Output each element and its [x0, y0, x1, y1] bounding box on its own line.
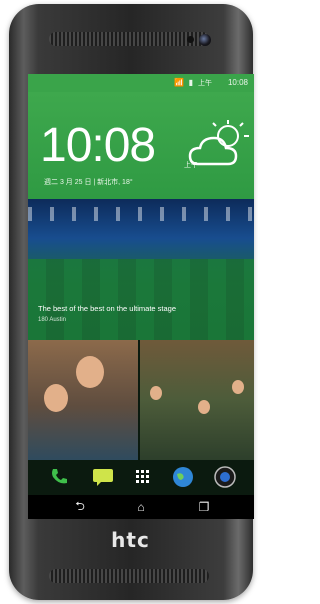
stadium-field — [28, 259, 254, 340]
stadium-lights — [28, 207, 254, 221]
status-bar: 📶 ▮ 上午 10:08 — [28, 74, 254, 92]
phone-body: 📶 ▮ 上午 10:08 10:08 上午 週二 3 月 25 日 | 新北市,… — [9, 4, 254, 600]
photo-tile-couple[interactable] — [28, 340, 138, 460]
proximity-sensor — [187, 36, 194, 43]
photo-face — [232, 380, 244, 394]
apps-icon[interactable] — [130, 464, 156, 490]
feed-title: The best of the best on the ultimate sta… — [38, 304, 177, 313]
browser-icon[interactable] — [170, 464, 196, 490]
front-camera — [199, 34, 211, 46]
top-speaker-grille — [49, 32, 209, 46]
photo-face — [150, 386, 162, 400]
back-icon[interactable]: ⮌ — [70, 499, 90, 515]
status-icons: 📶 ▮ — [174, 78, 194, 87]
photo-tiles — [28, 340, 254, 460]
partly-cloudy-icon — [188, 120, 249, 166]
photo-tile-camping[interactable] — [140, 340, 254, 460]
bottom-speaker-grille — [49, 569, 209, 583]
navigation-bar: ⮌ ⌂ ❐ — [28, 495, 254, 519]
photo-face — [44, 384, 68, 412]
photo-face — [198, 400, 210, 414]
weather-date-location: 週二 3 月 25 日 | 新北市, 18° — [44, 179, 133, 186]
screen: 📶 ▮ 上午 10:08 10:08 上午 週二 3 月 25 日 | 新北市,… — [28, 74, 254, 519]
app-dock — [28, 460, 254, 495]
phone-icon[interactable] — [46, 464, 72, 490]
feed-source: 180 Austin — [38, 317, 67, 323]
news-feed-card[interactable]: The best of the best on the ultimate sta… — [28, 199, 254, 340]
recent-apps-icon[interactable]: ❐ — [194, 499, 214, 515]
photo-face — [76, 356, 104, 388]
home-icon[interactable]: ⌂ — [131, 499, 151, 515]
messages-icon[interactable] — [90, 464, 116, 490]
camera-icon[interactable] — [212, 464, 238, 490]
status-time: 10:08 — [227, 78, 248, 87]
weather-clock-widget[interactable]: 10:08 上午 週二 3 月 25 日 | 新北市, 18° — [28, 92, 254, 199]
status-alarm: 上午 — [198, 80, 212, 87]
brand-logo: htc — [111, 528, 150, 552]
clock-time: 10:08 — [40, 119, 156, 172]
